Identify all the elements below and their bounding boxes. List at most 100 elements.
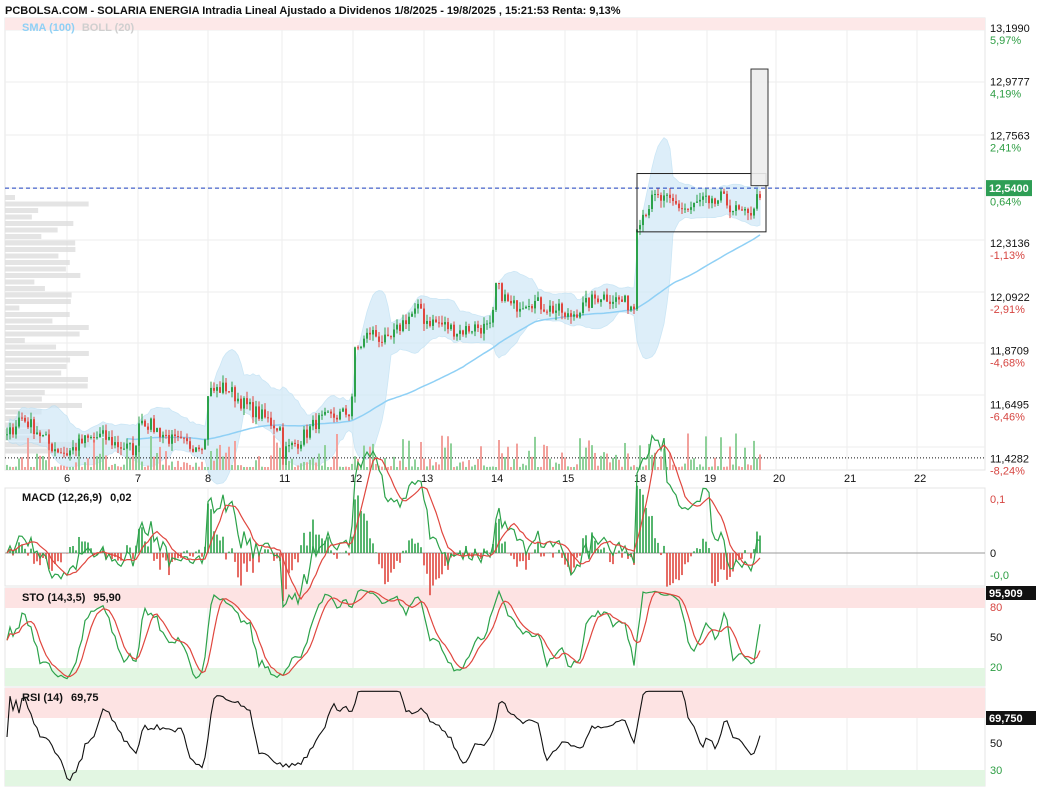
candle-body: [396, 324, 398, 330]
volume-bar: [132, 456, 134, 470]
volume-profile-bar: [5, 214, 32, 220]
volume-bar: [456, 466, 458, 470]
candle-body: [186, 438, 188, 442]
candle-body: [393, 329, 395, 338]
volume-bar: [444, 447, 446, 470]
volume-bar: [393, 456, 395, 470]
macd-histogram-bar: [66, 553, 68, 554]
candle-body: [411, 313, 413, 317]
volume-bar: [198, 466, 200, 470]
macd-histogram-bar: [501, 543, 503, 553]
volume-bar: [237, 465, 239, 470]
volume-bar: [261, 466, 263, 470]
candle-body: [99, 433, 101, 438]
macd-histogram-bar: [696, 548, 698, 553]
candle-body: [324, 411, 326, 415]
volume-bar: [396, 466, 398, 470]
volume-bar: [399, 460, 401, 470]
volume-bar: [387, 466, 389, 470]
volume-bar: [375, 463, 377, 470]
volume-profile-bar: [5, 312, 70, 317]
candle-body: [366, 332, 368, 339]
percent-tick-label: -8,24%: [990, 465, 1025, 477]
candle-body: [216, 387, 218, 391]
candle-body: [342, 408, 344, 412]
volume-bar: [102, 438, 104, 470]
candle-body: [72, 447, 74, 451]
candle-body: [315, 419, 317, 430]
price-tick-label: 12,3136: [990, 238, 1030, 250]
volume-bar: [210, 451, 212, 470]
volume-bar: [150, 436, 152, 470]
candle-body: [282, 427, 284, 459]
candle-body: [249, 402, 251, 405]
candle-body: [363, 338, 365, 347]
volume-bar: [678, 466, 680, 470]
candle-body: [546, 311, 548, 313]
macd-histogram-bar: [249, 553, 251, 562]
candle-body: [549, 305, 551, 312]
macd-histogram-bar: [714, 553, 716, 587]
volume-bar: [381, 466, 383, 470]
candle-body: [747, 208, 749, 213]
candle-body: [684, 208, 686, 210]
candle-body: [471, 331, 473, 333]
candle-body: [171, 434, 173, 444]
candle-body: [744, 208, 746, 211]
macd-histogram-bar: [408, 540, 410, 553]
volume-profile-bar: [5, 208, 39, 213]
volume-bar: [750, 465, 752, 470]
macd-histogram-bar: [315, 534, 317, 553]
candle-body: [699, 199, 701, 202]
candle-body: [264, 409, 266, 418]
volume-bar: [27, 437, 29, 470]
volume-bar: [600, 455, 602, 470]
volume-bar: [222, 456, 224, 470]
price-tick-label: 12,0922: [990, 292, 1030, 304]
volume-bar: [63, 465, 65, 470]
macd-histogram-bar: [405, 550, 407, 553]
volume-profile-bar: [5, 325, 89, 330]
candle-body: [111, 436, 113, 446]
candle-body: [60, 452, 62, 454]
x-tick-label: 20: [773, 473, 785, 485]
macd-histogram-bar: [552, 553, 554, 558]
percent-tick-label: -4,68%: [990, 358, 1025, 370]
candle-body: [318, 415, 320, 430]
volume-profile-bar: [5, 370, 62, 376]
candle-body: [672, 197, 674, 202]
macd-histogram-bar: [699, 548, 701, 553]
volume-bar: [90, 466, 92, 470]
macd-histogram-bar: [519, 553, 521, 562]
candle-body: [468, 326, 470, 332]
candle-body: [426, 320, 428, 324]
volume-bar: [273, 435, 275, 470]
candle-body: [18, 417, 20, 427]
candle-body: [714, 198, 716, 204]
volume-bar: [531, 456, 533, 470]
candle-body: [738, 205, 740, 210]
candle-body: [354, 347, 356, 397]
volume-bar: [492, 466, 494, 470]
macd-histogram-bar: [603, 547, 605, 553]
volume-bar: [369, 446, 371, 470]
volume-bar: [318, 453, 320, 470]
candle-body: [48, 434, 50, 444]
volume-bar: [30, 466, 32, 470]
candle-body: [405, 320, 407, 325]
volume-bar: [624, 442, 626, 470]
macd-histogram-bar: [516, 553, 518, 567]
macd-histogram-bar: [684, 553, 686, 565]
candle-body: [210, 387, 212, 397]
candle-body: [456, 333, 458, 337]
candle-body: [243, 398, 245, 409]
legend-sma: SMA (100): [22, 22, 75, 34]
volume-profile-bar: [5, 351, 89, 356]
candle-body: [120, 447, 122, 449]
volume-bar: [474, 464, 476, 470]
macd-histogram-bar: [426, 553, 428, 574]
legend-boll: BOLL (20): [81, 22, 135, 34]
volume-bar: [174, 466, 176, 470]
volume-profile-bar: [5, 390, 45, 395]
volume-bar: [348, 466, 350, 470]
